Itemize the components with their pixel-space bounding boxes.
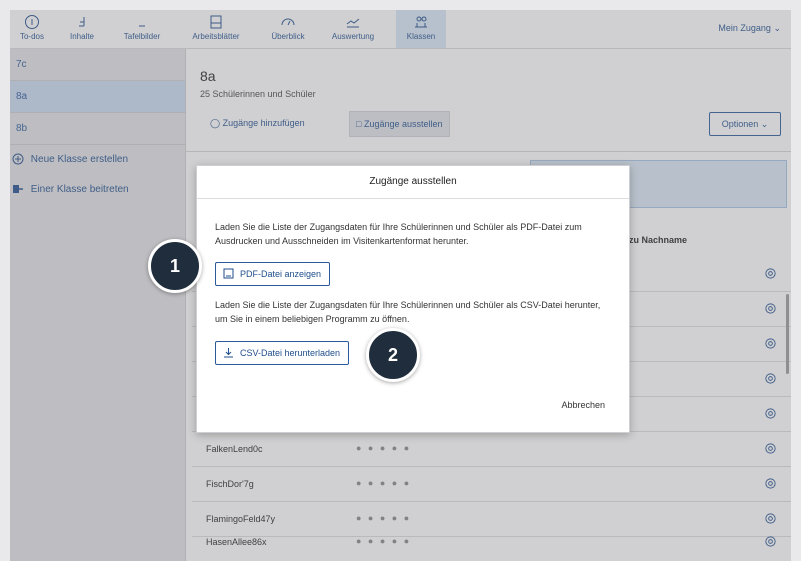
pdf-file-icon bbox=[223, 268, 234, 279]
issue-access-dialog: Zugänge ausstellen Laden Sie die Liste d… bbox=[196, 165, 630, 433]
pdf-description: Laden Sie die Liste der Zugangsdaten für… bbox=[215, 222, 582, 246]
show-pdf-button[interactable]: PDF-Datei anzeigen bbox=[215, 262, 331, 286]
csv-description: Laden Sie die Liste der Zugangsdaten für… bbox=[215, 300, 601, 324]
dialog-title: Zugänge ausstellen bbox=[197, 166, 629, 199]
cancel-button[interactable]: Abbrechen bbox=[561, 400, 605, 410]
app-window: To-dos Inhalte Tafelbilder Arbeitsblätte… bbox=[10, 10, 791, 561]
step-badge-2: 2 bbox=[366, 328, 420, 382]
download-icon bbox=[224, 348, 233, 358]
step-badge-1: 1 bbox=[148, 239, 202, 293]
show-pdf-label: PDF-Datei anzeigen bbox=[240, 269, 322, 279]
download-csv-button[interactable]: CSV-Datei herunterladen bbox=[215, 341, 350, 365]
download-csv-label: CSV-Datei herunterladen bbox=[240, 348, 341, 358]
